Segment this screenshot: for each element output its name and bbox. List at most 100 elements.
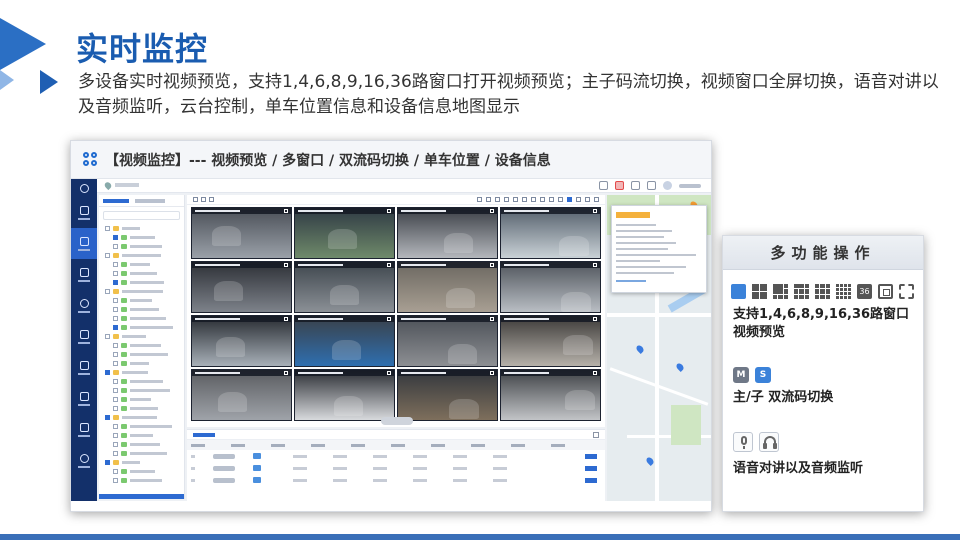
checkbox[interactable]	[105, 460, 110, 465]
tab-vehicle[interactable]	[103, 199, 129, 203]
layout-icon[interactable]	[531, 197, 536, 202]
nav-item-alarm[interactable]	[71, 290, 97, 321]
close-icon[interactable]	[284, 371, 288, 375]
layout-icon[interactable]	[504, 197, 509, 202]
checkbox[interactable]	[113, 271, 118, 276]
list-item[interactable]	[99, 233, 184, 242]
list-item[interactable]	[99, 332, 184, 341]
nav-item-check[interactable]	[71, 352, 97, 383]
close-icon[interactable]	[387, 263, 391, 267]
sixteen-window-icon[interactable]	[836, 284, 851, 299]
list-item[interactable]	[99, 260, 184, 269]
close-icon[interactable]	[284, 209, 288, 213]
checkbox[interactable]	[113, 244, 118, 249]
layout-icon[interactable]	[522, 197, 527, 202]
video-window[interactable]	[500, 315, 601, 367]
layout-icon[interactable]	[558, 197, 563, 202]
checkbox[interactable]	[113, 379, 118, 384]
list-item[interactable]	[99, 242, 184, 251]
list-item[interactable]	[99, 395, 184, 404]
layout-icon[interactable]	[549, 197, 554, 202]
list-item[interactable]	[99, 476, 184, 485]
user-name[interactable]	[679, 183, 701, 188]
refresh-icon[interactable]	[631, 181, 640, 190]
checkbox[interactable]	[113, 361, 118, 366]
close-icon[interactable]	[284, 263, 288, 267]
checkbox[interactable]	[113, 451, 118, 456]
tab-vehicle-list[interactable]	[193, 433, 215, 437]
layout-icon[interactable]	[567, 197, 572, 202]
list-item[interactable]	[99, 269, 184, 278]
checkbox[interactable]	[113, 397, 118, 402]
map-view[interactable]	[607, 195, 711, 501]
video-window[interactable]	[294, 315, 395, 367]
layout-icon[interactable]	[209, 197, 214, 202]
checkbox[interactable]	[105, 253, 110, 258]
video-window[interactable]	[397, 369, 498, 421]
close-icon[interactable]	[593, 209, 597, 213]
table-row[interactable]	[187, 450, 605, 462]
list-item[interactable]	[99, 359, 184, 368]
close-icon[interactable]	[490, 317, 494, 321]
vehicle-marker[interactable]	[645, 456, 655, 466]
video-window[interactable]	[191, 207, 292, 259]
four-window-icon[interactable]	[752, 284, 767, 299]
nav-item-tools[interactable]	[71, 414, 97, 445]
close-icon[interactable]	[387, 209, 391, 213]
layout-icon[interactable]	[540, 197, 545, 202]
list-item[interactable]	[99, 251, 184, 260]
row-action-button[interactable]	[585, 465, 597, 471]
layout-icon[interactable]	[193, 197, 198, 202]
checkbox[interactable]	[113, 433, 118, 438]
video-window[interactable]	[294, 207, 395, 259]
eight-window-icon[interactable]	[794, 284, 809, 299]
list-item[interactable]	[99, 449, 184, 458]
video-window[interactable]	[397, 261, 498, 313]
tab-organization[interactable]	[135, 199, 165, 203]
list-item[interactable]	[99, 431, 184, 440]
checkbox[interactable]	[105, 334, 110, 339]
close-icon[interactable]	[387, 371, 391, 375]
video-window[interactable]	[191, 369, 292, 421]
checkbox[interactable]	[113, 325, 118, 330]
exit-fullscreen-icon[interactable]	[899, 284, 914, 299]
main-stream-icon[interactable]: M	[733, 367, 749, 383]
avatar[interactable]	[663, 181, 672, 190]
close-icon[interactable]	[490, 263, 494, 267]
list-item[interactable]	[99, 341, 184, 350]
checkbox[interactable]	[113, 352, 118, 357]
layout-icon[interactable]	[513, 197, 518, 202]
list-item[interactable]	[99, 350, 184, 359]
layout-icon[interactable]	[495, 197, 500, 202]
video-window[interactable]	[397, 207, 498, 259]
close-icon[interactable]	[593, 371, 597, 375]
list-item[interactable]	[99, 386, 184, 395]
list-item[interactable]	[99, 413, 184, 422]
nav-item-media[interactable]	[71, 321, 97, 352]
video-window[interactable]	[500, 369, 601, 421]
nav-item-settings[interactable]	[71, 445, 97, 476]
layout-icon[interactable]	[201, 197, 206, 202]
vehicle-marker[interactable]	[675, 362, 685, 372]
video-window[interactable]	[191, 315, 292, 367]
list-item[interactable]	[99, 404, 184, 413]
close-icon[interactable]	[284, 317, 288, 321]
nav-item-report[interactable]	[71, 383, 97, 414]
close-icon[interactable]	[593, 263, 597, 267]
checkbox[interactable]	[113, 469, 118, 474]
vehicle-marker[interactable]	[635, 344, 645, 354]
checkbox[interactable]	[113, 316, 118, 321]
tree-scrollbar[interactable]	[99, 494, 184, 499]
video-window[interactable]	[500, 261, 601, 313]
checkbox[interactable]	[113, 424, 118, 429]
table-row[interactable]	[187, 474, 605, 486]
layout-icon[interactable]	[477, 197, 482, 202]
video-window[interactable]	[294, 261, 395, 313]
row-action-button[interactable]	[585, 453, 597, 459]
video-window[interactable]	[397, 315, 498, 367]
expand-icon[interactable]	[593, 432, 599, 438]
checkbox[interactable]	[105, 370, 110, 375]
nav-item-overview[interactable]	[71, 197, 97, 228]
list-item[interactable]	[99, 224, 184, 233]
video-window[interactable]	[294, 369, 395, 421]
